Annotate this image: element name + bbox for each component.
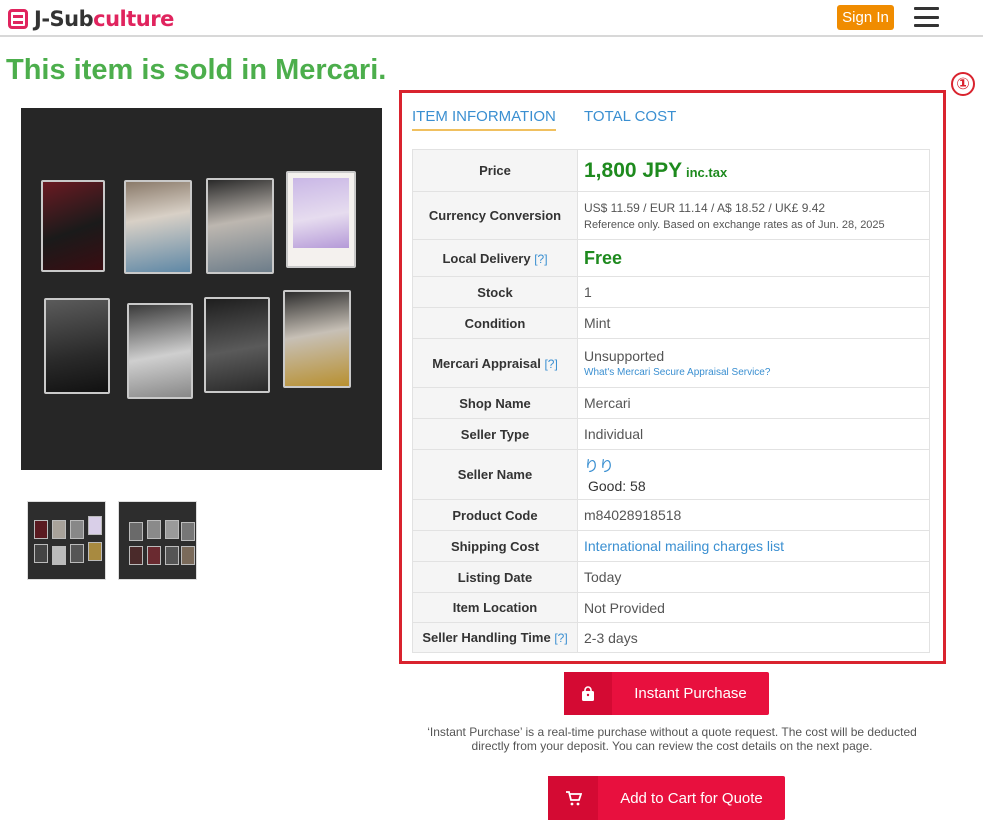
- price-value: 1,800 JPY inc.tax: [577, 149, 930, 192]
- local-delivery-help-link[interactable]: [?]: [534, 252, 547, 266]
- condition-value: Mint: [577, 307, 930, 339]
- sign-in-button[interactable]: Sign In: [837, 5, 894, 30]
- table-row: Local Delivery [?] Free: [412, 239, 930, 277]
- seller-name-label: Seller Name: [412, 449, 578, 500]
- handling-time-help-link[interactable]: [?]: [554, 631, 567, 645]
- handling-time-label: Seller Handling Time [?]: [412, 622, 578, 653]
- menu-icon[interactable]: [914, 7, 939, 27]
- table-row: Stock 1: [412, 276, 930, 308]
- stock-label: Stock: [412, 276, 578, 308]
- product-code-label: Product Code: [412, 499, 578, 531]
- item-location-value: Not Provided: [577, 592, 930, 623]
- annotation-number-badge: ①: [951, 72, 975, 96]
- product-code-value: m84028918518: [577, 499, 930, 531]
- instant-purchase-button[interactable]: Instant Purchase: [564, 672, 769, 715]
- logo-text: J-Subculture: [34, 7, 174, 31]
- condition-label: Condition: [412, 307, 578, 339]
- table-row: Price 1,800 JPY inc.tax: [412, 149, 930, 192]
- stock-value: 1: [577, 276, 930, 308]
- local-delivery-value: Free: [577, 239, 930, 277]
- table-row: Seller Type Individual: [412, 418, 930, 450]
- currency-label: Currency Conversion: [412, 191, 578, 240]
- appraisal-value: Unsupported What's Mercari Secure Apprai…: [577, 338, 930, 388]
- listing-date-value: Today: [577, 561, 930, 593]
- table-row: Product Code m84028918518: [412, 499, 930, 531]
- shopping-bag-icon: [564, 672, 612, 715]
- seller-type-label: Seller Type: [412, 418, 578, 450]
- page-title: This item is sold in Mercari.: [6, 54, 387, 86]
- shop-name-label: Shop Name: [412, 387, 578, 419]
- table-row: Listing Date Today: [412, 561, 930, 593]
- table-row: Condition Mint: [412, 307, 930, 339]
- local-delivery-label: Local Delivery [?]: [412, 239, 578, 277]
- thumbnail-1[interactable]: [27, 501, 106, 580]
- cart-icon: [548, 776, 598, 820]
- seller-type-value: Individual: [577, 418, 930, 450]
- listing-date-label: Listing Date: [412, 561, 578, 593]
- appraisal-help-link[interactable]: [?]: [544, 357, 557, 371]
- mailing-charges-link[interactable]: International mailing charges list: [584, 538, 784, 554]
- shipping-cost-value: International mailing charges list: [577, 530, 930, 562]
- price-label: Price: [412, 149, 578, 192]
- shop-name-value: Mercari: [577, 387, 930, 419]
- seller-name-value: りり Good: 58: [577, 449, 930, 500]
- seller-rating: Good: 58: [588, 478, 646, 494]
- logo-icon: [8, 9, 28, 29]
- item-location-label: Item Location: [412, 592, 578, 623]
- appraisal-label: Mercari Appraisal [?]: [412, 338, 578, 388]
- appraisal-service-link[interactable]: What's Mercari Secure Appraisal Service?: [584, 367, 929, 378]
- table-row: Item Location Not Provided: [412, 592, 930, 623]
- instant-purchase-note: ‘Instant Purchase’ is a real-time purcha…: [427, 725, 917, 753]
- table-row: Currency Conversion US$ 11.59 / EUR 11.1…: [412, 191, 930, 240]
- table-row: Seller Name りり Good: 58: [412, 449, 930, 500]
- tab-total-cost[interactable]: TOTAL COST: [584, 108, 676, 129]
- site-logo[interactable]: J-Subculture: [8, 7, 174, 31]
- add-to-cart-button[interactable]: Add to Cart for Quote: [548, 776, 785, 820]
- product-main-image[interactable]: [21, 108, 382, 470]
- table-row: Shipping Cost International mailing char…: [412, 530, 930, 562]
- site-header: J-Subculture Sign In: [0, 0, 983, 37]
- shipping-cost-label: Shipping Cost: [412, 530, 578, 562]
- table-row: Mercari Appraisal [?] Unsupported What's…: [412, 338, 930, 388]
- thumbnail-2[interactable]: [118, 501, 197, 580]
- tab-item-information[interactable]: ITEM INFORMATION: [412, 108, 556, 131]
- table-row: Seller Handling Time [?] 2-3 days: [412, 622, 930, 653]
- seller-name-link[interactable]: りり: [584, 455, 929, 476]
- item-info-table: Price 1,800 JPY inc.tax Currency Convers…: [412, 149, 930, 653]
- handling-time-value: 2-3 days: [577, 622, 930, 653]
- table-row: Shop Name Mercari: [412, 387, 930, 419]
- currency-value: US$ 11.59 / EUR 11.14 / A$ 18.52 / UK£ 9…: [577, 191, 930, 240]
